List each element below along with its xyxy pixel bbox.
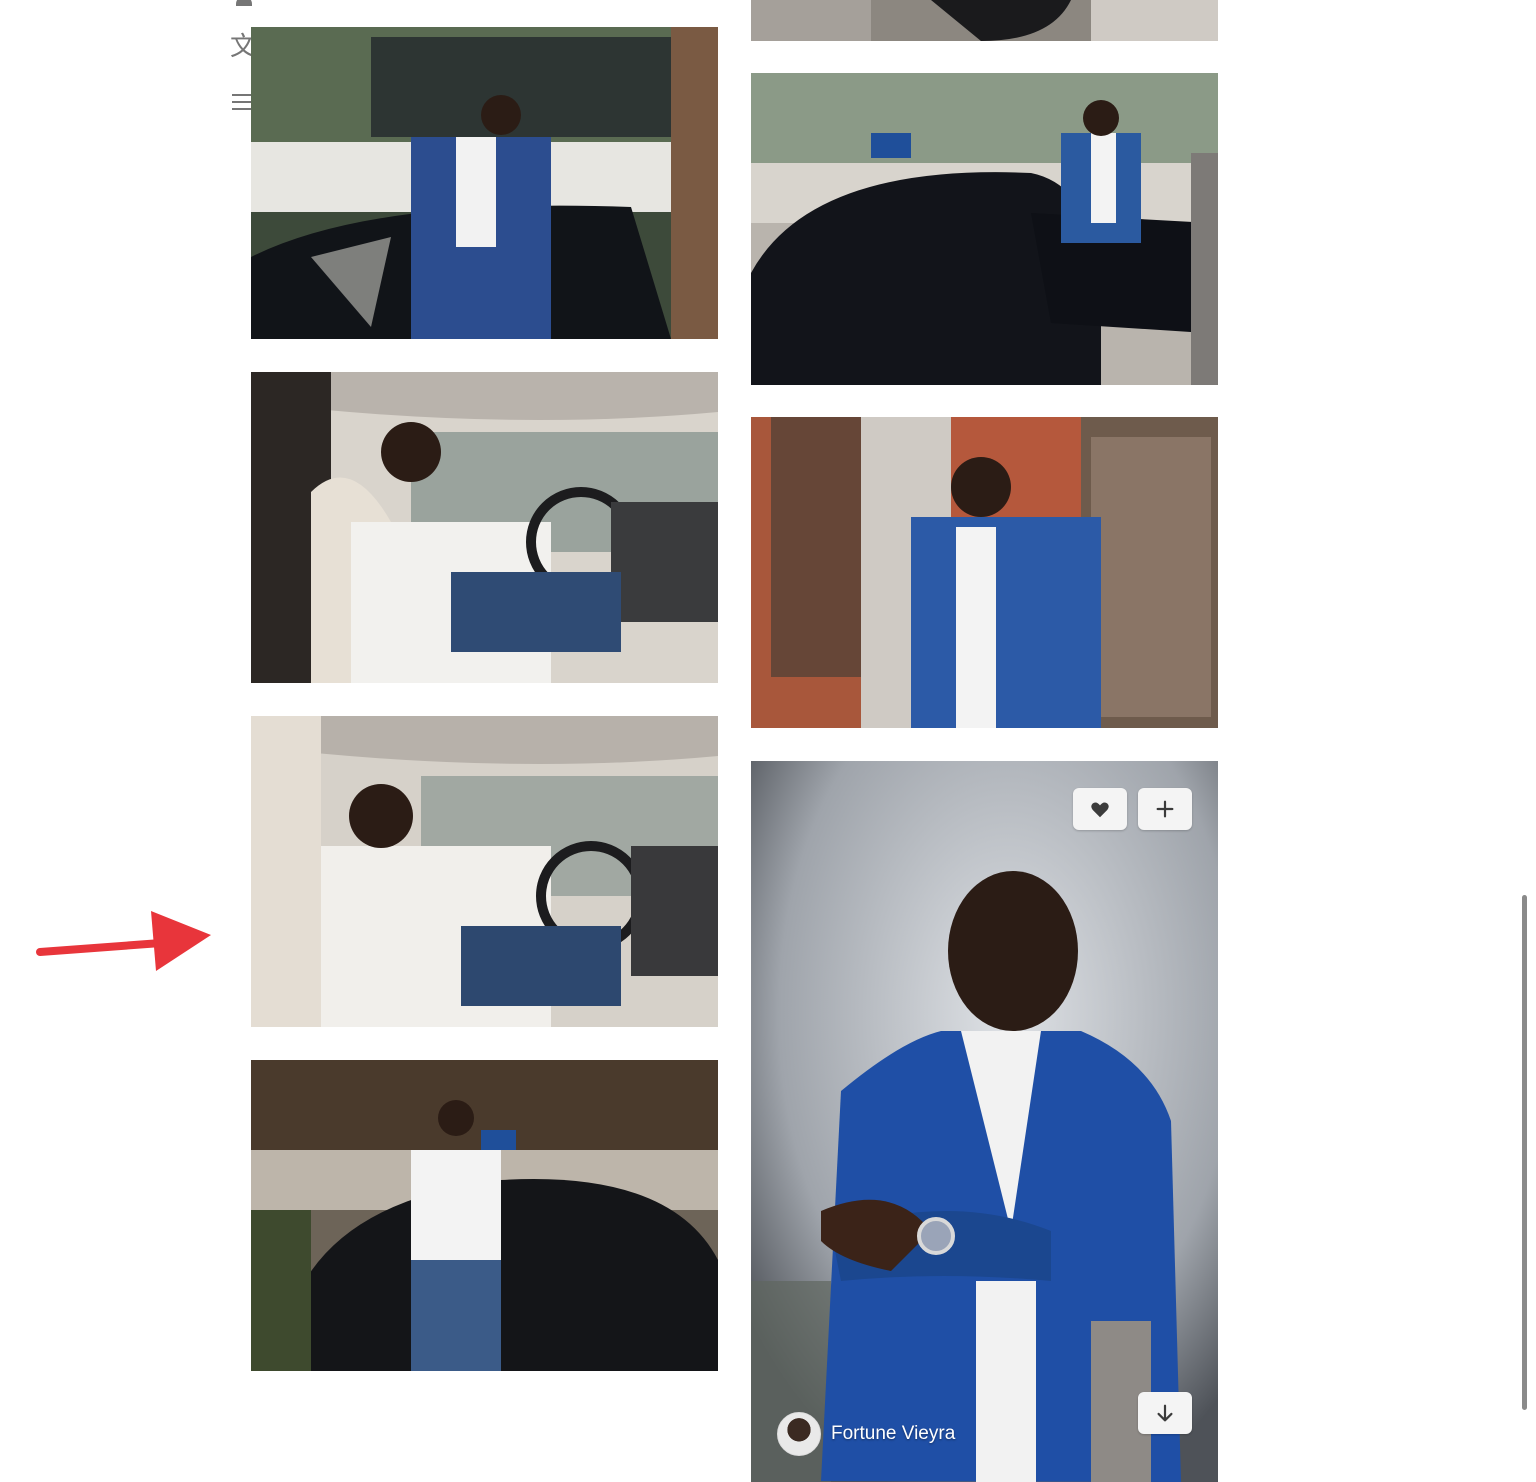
download-arrow-icon [1157,1404,1173,1422]
scrollbar-thumb[interactable] [1522,895,1527,1410]
photo-man-blue-suit-beside-car[interactable] [251,27,718,339]
annotation-arrow-icon [36,911,211,971]
photo-man-portrait-arms-crossed[interactable]: Fortune Vieyra [751,761,1218,1482]
author-link[interactable]: Fortune Vieyra [777,1412,955,1456]
download-button[interactable] [1138,1392,1192,1434]
like-button[interactable] [1073,788,1127,830]
plus-icon [1156,800,1174,818]
author-name: Fortune Vieyra [831,1423,956,1444]
heart-icon [1091,802,1109,818]
photo-man-sitting-on-car-hood[interactable] [251,1060,718,1371]
photo-man-driving-hand-on-chin[interactable] [251,716,718,1027]
photo-man-opening-car-door[interactable] [751,73,1218,385]
photo-partial-top[interactable] [751,0,1218,41]
photo-man-driving-interior[interactable] [251,372,718,683]
photo-man-brick-wall[interactable] [751,417,1218,728]
user-icon[interactable] [232,0,256,6]
avatar [777,1412,821,1456]
add-to-collection-button[interactable] [1138,788,1192,830]
